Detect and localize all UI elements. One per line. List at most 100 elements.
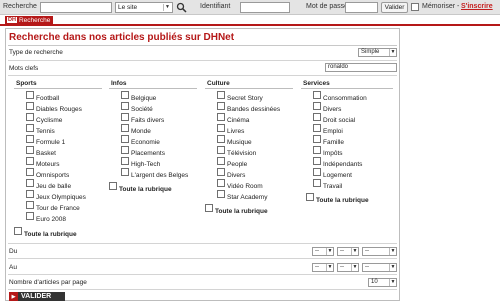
- item-label: Consommation: [323, 95, 367, 102]
- checkbox[interactable]: [217, 102, 225, 110]
- divider: [8, 289, 397, 290]
- checkbox[interactable]: [205, 204, 213, 212]
- checkbox[interactable]: [313, 102, 321, 110]
- item-label: Star Academy: [227, 194, 268, 201]
- checkbox[interactable]: [121, 113, 129, 121]
- checkbox[interactable]: [26, 157, 34, 165]
- date-to-day-select[interactable]: -- ▼: [312, 263, 334, 272]
- item-label: Divers: [227, 172, 246, 179]
- item-label: L'argent des Belges: [131, 172, 189, 179]
- date-from-month-select[interactable]: -- ▼: [337, 247, 359, 256]
- item-label: Moteurs: [36, 161, 60, 168]
- item-label: Emploi: [323, 128, 343, 135]
- title-divider: [8, 45, 397, 46]
- item-label: Jeux Olympiques: [36, 194, 86, 201]
- date-to-month-select[interactable]: -- ▼: [337, 263, 359, 272]
- search-input[interactable]: [40, 2, 112, 13]
- checkbox[interactable]: [26, 124, 34, 132]
- select-value: 10: [371, 279, 378, 285]
- item-label: Société: [131, 106, 153, 113]
- select-value: --: [365, 248, 369, 254]
- search-icon[interactable]: [176, 2, 187, 13]
- item-label: Belgique: [131, 95, 157, 102]
- remember-checkbox[interactable]: [411, 3, 419, 11]
- chevron-down-icon: ▼: [389, 279, 396, 286]
- date-from-year-select[interactable]: -- ▼: [362, 247, 397, 256]
- signup-link[interactable]: S'inscrire: [461, 3, 493, 10]
- checkbox[interactable]: [26, 212, 34, 220]
- item-label: Toute la rubrique: [24, 231, 77, 238]
- checkbox[interactable]: [306, 193, 314, 201]
- checkbox[interactable]: [121, 91, 129, 99]
- checkbox[interactable]: [121, 124, 129, 132]
- checkbox[interactable]: [217, 190, 225, 198]
- divider: [8, 243, 397, 244]
- item-label: Euro 2008: [36, 216, 66, 223]
- checkbox[interactable]: [217, 146, 225, 154]
- checkbox[interactable]: [217, 168, 225, 176]
- checkbox[interactable]: [217, 135, 225, 143]
- checkbox[interactable]: [26, 146, 34, 154]
- select-value: --: [365, 264, 369, 270]
- tab-recherche[interactable]: DH Recherche: [5, 16, 53, 26]
- submit-button[interactable]: ▶ VALIDER: [9, 292, 65, 301]
- per-page-select[interactable]: 10 ▼: [368, 278, 397, 287]
- type-select-value: Simple: [361, 49, 380, 55]
- chevron-down-icon: ▼: [351, 248, 358, 255]
- column-divider: [301, 88, 393, 89]
- checkbox[interactable]: [313, 157, 321, 165]
- item-label: Football: [36, 95, 60, 102]
- item-label: Jeu de balle: [36, 183, 72, 190]
- date-to-year-select[interactable]: -- ▼: [362, 263, 397, 272]
- checkbox[interactable]: [313, 146, 321, 154]
- checkbox[interactable]: [121, 157, 129, 165]
- site-select[interactable]: Le site ▼: [115, 2, 173, 13]
- item-label: Vidéo Room: [227, 183, 263, 190]
- checkbox[interactable]: [217, 113, 225, 121]
- item-label: Travail: [323, 183, 343, 190]
- checkbox[interactable]: [313, 168, 321, 176]
- checkbox[interactable]: [26, 113, 34, 121]
- login-button[interactable]: Valider: [381, 2, 408, 13]
- checkbox[interactable]: [313, 124, 321, 132]
- chevron-down-icon: ▼: [326, 264, 333, 271]
- select-value: --: [340, 264, 344, 270]
- checkbox[interactable]: [26, 102, 34, 110]
- item-label: Bandes dessinées: [227, 106, 281, 113]
- checkbox[interactable]: [217, 157, 225, 165]
- select-value: --: [340, 248, 344, 254]
- password-input[interactable]: [345, 2, 378, 13]
- checkbox[interactable]: [26, 135, 34, 143]
- checkbox[interactable]: [313, 113, 321, 121]
- submit-label: VALIDER: [21, 293, 52, 300]
- item-label: Indépendants: [323, 161, 363, 168]
- checkbox[interactable]: [217, 179, 225, 187]
- keywords-input[interactable]: ronaldo: [325, 63, 397, 72]
- checkbox[interactable]: [313, 135, 321, 143]
- item-label: Famille: [323, 139, 344, 146]
- checkbox[interactable]: [26, 201, 34, 209]
- date-from-day-select[interactable]: -- ▼: [312, 247, 334, 256]
- password-label: Mot de passe: [306, 3, 349, 10]
- heading-services: Services: [303, 80, 330, 87]
- checkbox[interactable]: [121, 168, 129, 176]
- checkbox[interactable]: [26, 91, 34, 99]
- checkbox[interactable]: [313, 179, 321, 187]
- search-panel: Recherche dans nos articles publiés sur …: [5, 28, 400, 301]
- checkbox[interactable]: [26, 179, 34, 187]
- identifiant-input[interactable]: [240, 2, 290, 13]
- checkbox[interactable]: [14, 227, 22, 235]
- checkbox[interactable]: [217, 124, 225, 132]
- heading-culture: Culture: [207, 80, 230, 87]
- checkbox[interactable]: [121, 135, 129, 143]
- chevron-down-icon: ▼: [389, 49, 396, 56]
- checkbox[interactable]: [313, 91, 321, 99]
- checkbox[interactable]: [26, 190, 34, 198]
- checkbox[interactable]: [217, 91, 225, 99]
- checkbox[interactable]: [121, 102, 129, 110]
- type-select[interactable]: Simple ▼: [358, 48, 397, 57]
- checkbox[interactable]: [121, 146, 129, 154]
- checkbox[interactable]: [109, 182, 117, 190]
- heading-sports: Sports: [16, 80, 37, 87]
- checkbox[interactable]: [26, 168, 34, 176]
